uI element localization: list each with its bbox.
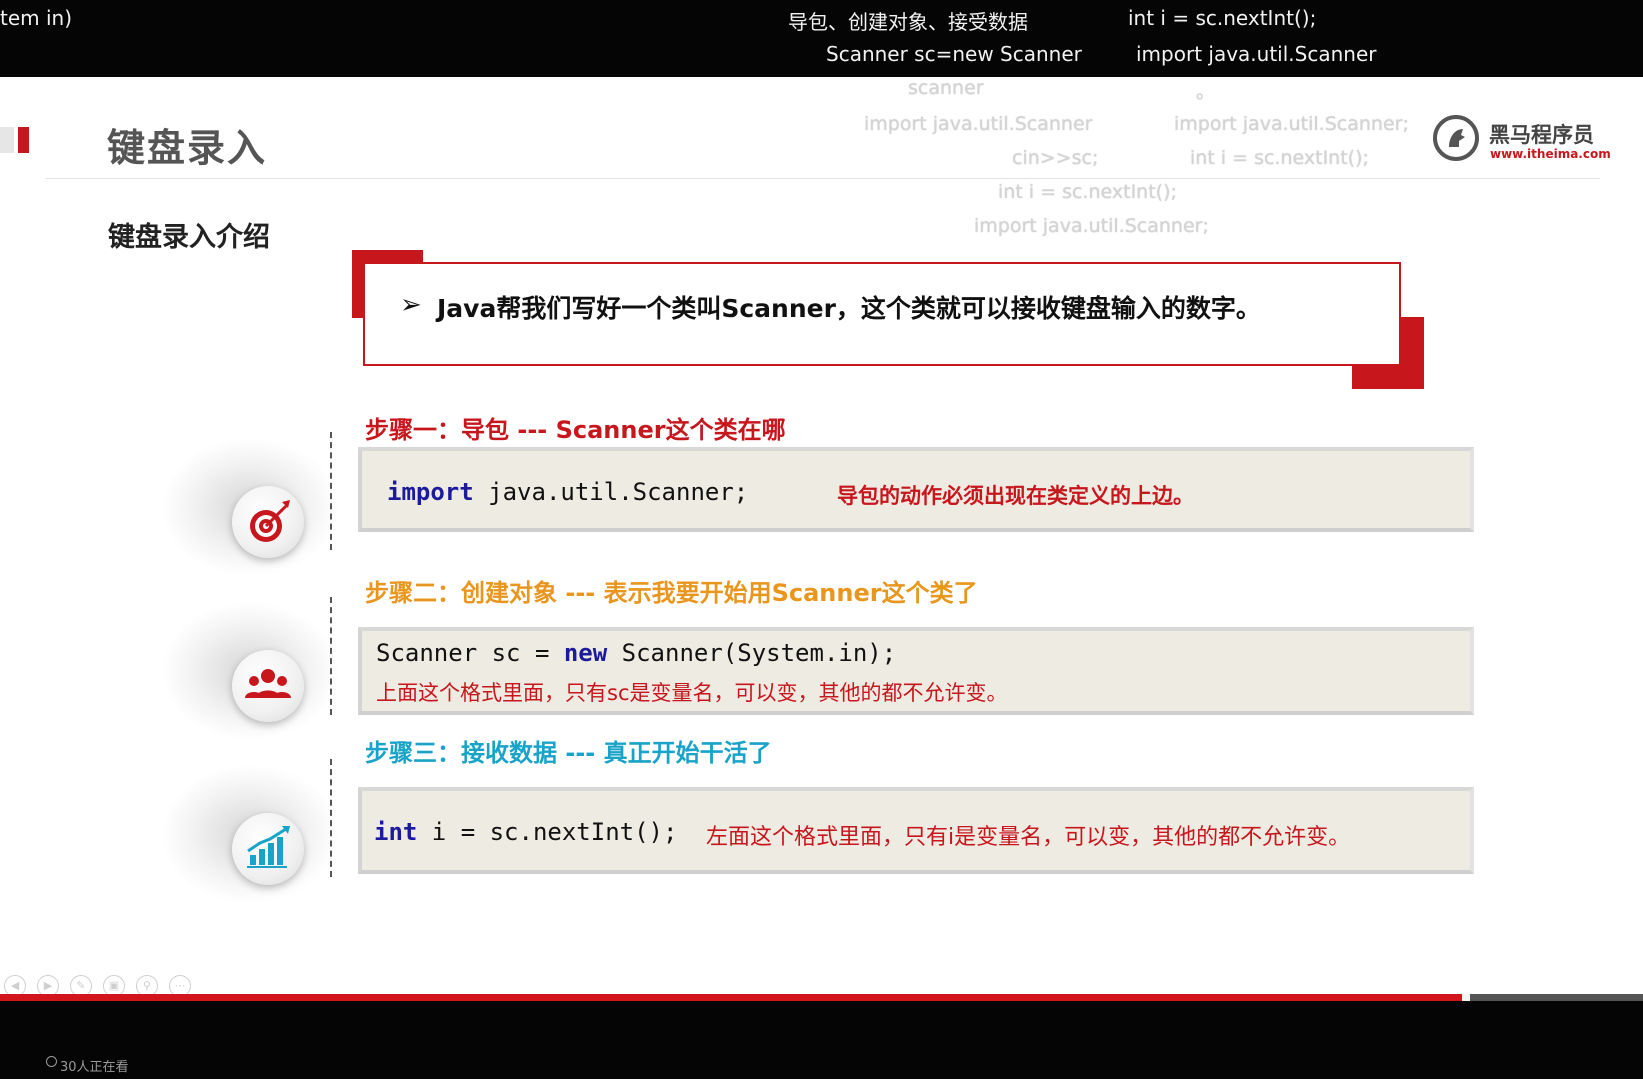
step-3-badge (232, 813, 304, 885)
prev-slide-icon[interactable]: ◀ (4, 975, 26, 994)
step-3-code: int i = sc.nextInt(); (374, 818, 677, 846)
step-2-code-box: Scanner sc = new Scanner(System.in); 上面这… (358, 627, 1474, 715)
more-icon[interactable]: ⋯ (169, 975, 191, 994)
bottom-bar (0, 1001, 1643, 1079)
code-text: java.util.Scanner; (473, 478, 749, 506)
ghost-note: int i = sc.nextInt(); (998, 181, 1177, 203)
step-2-divider (330, 597, 332, 715)
video-progress-played[interactable] (0, 994, 1462, 1001)
step-1-badge (232, 486, 304, 558)
code-text: Scanner sc = (376, 639, 564, 667)
chart-icon (247, 826, 290, 868)
viewer-count: 30人正在看 (60, 1060, 129, 1075)
section-title: 键盘录入介绍 (108, 222, 270, 253)
slides-icon[interactable]: ▣ (103, 975, 125, 994)
step-2-badge (232, 650, 304, 722)
code-text: i = sc.nextInt(); (417, 818, 678, 846)
step-1-divider (330, 432, 332, 550)
overlay-note: import java.util.Scanner (1136, 42, 1377, 66)
ghost-note: import java.util.Scanner; (1174, 113, 1409, 135)
ghost-note: import java.util.Scanner; (974, 215, 1209, 237)
step-3-note: 左面这个格式里面，只有i是变量名，可以变，其他的都不允许变。 (706, 825, 1351, 850)
slide-title: 键盘录入 (107, 126, 268, 170)
target-icon (250, 500, 290, 542)
video-progress-handle[interactable] (1462, 994, 1470, 1001)
next-slide-icon[interactable]: ▶ (37, 975, 59, 994)
bullet-arrow-icon: ➢ (400, 290, 422, 320)
ghost-note: cin>>sc; (1012, 147, 1099, 169)
step-2-code: Scanner sc = new Scanner(System.in); (376, 639, 896, 667)
step-1-code-box: import java.util.Scanner; 导包的动作必须出现在类定义的… (358, 447, 1474, 532)
step-3-code-box: int i = sc.nextInt(); 左面这个格式里面，只有i是变量名，可… (358, 787, 1474, 874)
code-text: Scanner(System.in); (607, 639, 897, 667)
video-progress-remaining[interactable] (1470, 994, 1643, 1001)
zoom-icon[interactable]: ⚲ (136, 975, 158, 994)
code-keyword: import (387, 478, 474, 506)
ghost-note: scanner (908, 77, 984, 99)
presentation-slide: 键盘录入 键盘录入介绍 scanner 。 import java.util.S… (0, 77, 1643, 994)
title-accent-red (18, 127, 29, 153)
step-1-code: import java.util.Scanner; (387, 478, 748, 506)
pen-icon[interactable]: ✎ (70, 975, 92, 994)
ghost-note: 。 (1196, 81, 1216, 103)
step-1-note: 导包的动作必须出现在类定义的上边。 (837, 484, 1194, 508)
overlay-note: Scanner sc=new Scanner (826, 42, 1082, 66)
step-1-title: 步骤一：导包 --- Scanner这个类在哪 (365, 416, 786, 444)
code-keyword: new (563, 639, 608, 667)
overlay-note: int i = sc.nextInt(); (1128, 6, 1317, 30)
viewers-icon (46, 1056, 57, 1067)
overlay-note-top-left: tem in) (0, 6, 73, 30)
title-accent-grey (0, 127, 14, 153)
logo-url: www.itheima.com (1490, 147, 1611, 161)
top-overlay-bar: tem in) 导包、创建对象、接受数据 int i = sc.nextInt(… (0, 0, 1643, 77)
title-divider (45, 178, 1600, 179)
step-2-note: 上面这个格式里面，只有sc是变量名，可以变，其他的都不允许变。 (376, 681, 1008, 705)
bilibili-watermark: bilibili (1495, 987, 1643, 994)
step-3-title: 步骤三：接收数据 --- 真正开始干活了 (365, 739, 772, 767)
code-keyword: int (374, 818, 418, 846)
intro-text: Java帮我们写好一个类叫Scanner，这个类就可以接收键盘输入的数字。 (437, 294, 1261, 323)
logo-horse-icon (1433, 115, 1479, 161)
step-3-divider (330, 759, 332, 877)
ghost-note: int i = sc.nextInt(); (1190, 147, 1369, 169)
group-icon (245, 669, 291, 698)
ghost-note: import java.util.Scanner (864, 113, 1093, 135)
logo-name: 黑马程序员 (1489, 123, 1594, 147)
overlay-note: 导包、创建对象、接受数据 (788, 10, 1028, 34)
step-2-title: 步骤二：创建对象 --- 表示我要开始用Scanner这个类了 (365, 579, 978, 607)
